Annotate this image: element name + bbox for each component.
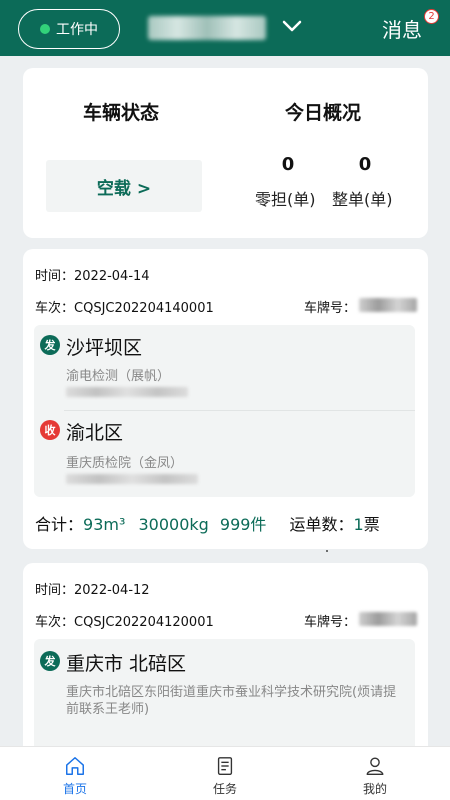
tab-tasks-label: 任务: [212, 782, 237, 796]
work-status-label: 工作中: [56, 22, 98, 38]
less-than-load-label: 零担(单): [255, 190, 316, 209]
status-dot-icon: [40, 24, 50, 34]
origin-place: 沙坪坝区: [66, 337, 143, 359]
destination-place: 渝北区: [66, 422, 124, 444]
messages-button[interactable]: 消息: [382, 14, 422, 43]
tab-home-label: 首页: [62, 782, 87, 796]
tab-profile[interactable]: 我的: [335, 747, 415, 800]
tab-tasks[interactable]: 任务: [185, 747, 265, 800]
destination-contact-redacted: [66, 474, 198, 484]
vehicle-status-button[interactable]: 空载 >: [46, 160, 202, 212]
trip-number: 车次：CQSJC202204140001: [35, 301, 214, 316]
weight-value: 30000kg: [138, 515, 209, 534]
trip-number: 车次：CQSJC202204120001: [35, 615, 214, 630]
bottom-tab-bar: 首页 任务 我的: [0, 746, 450, 800]
today-summary-title: 今日概况: [285, 102, 362, 124]
scroll-dot: [326, 550, 328, 552]
driver-name-redacted: [148, 16, 266, 40]
destination-detail: 重庆质检院（金凤）: [66, 456, 184, 471]
send-tag-icon: 发: [40, 335, 60, 355]
order-summary: 合计：93m³ 30000kg 999件 运单数：1票: [35, 515, 380, 534]
tab-profile-label: 我的: [362, 782, 387, 796]
order-card[interactable]: 时间：2022-04-14 车次：CQSJC202204140001 车牌号： …: [23, 249, 428, 552]
receive-tag-icon: 收: [40, 420, 60, 440]
route-divider: [64, 410, 415, 411]
overview-card: 车辆状态 今日概况 空载 > 0 0 零担(单) 整单(单): [23, 68, 428, 238]
message-count-badge: 2: [424, 9, 439, 24]
origin-place: 重庆市 北碚区: [66, 653, 187, 675]
home-icon: [66, 757, 84, 775]
send-tag-icon: 发: [40, 651, 60, 671]
plate-label: 车牌号：: [304, 301, 357, 316]
waybill-count: 1: [353, 515, 364, 534]
chevron-down-icon[interactable]: [278, 12, 306, 40]
less-than-load-count: 0: [281, 154, 295, 175]
pieces-value: 999件: [219, 515, 267, 534]
top-bar: 工作中 消息 2: [0, 0, 450, 56]
plate-number-redacted: [359, 298, 417, 312]
user-icon: [366, 757, 384, 775]
vehicle-status-title: 车辆状态: [83, 102, 160, 124]
full-load-count: 0: [358, 154, 372, 175]
order-time: 时间：2022-04-14: [35, 269, 150, 284]
full-load-label: 整单(单): [332, 190, 393, 209]
work-status-toggle[interactable]: 工作中: [18, 9, 120, 49]
route-panel: 发 沙坪坝区 渝电检测（展帆） 收 渝北区 重庆质检院（金凤）: [34, 325, 415, 497]
origin-contact-redacted: [66, 387, 188, 397]
plate-number-redacted: [359, 612, 417, 626]
tab-home[interactable]: 首页: [35, 747, 115, 800]
task-document-icon: [217, 757, 233, 775]
order-time: 时间：2022-04-12: [35, 583, 150, 598]
origin-detail: 重庆市北碚区东阳街道重庆市蚕业科学技术研究院(烦请提前联系王老师): [66, 685, 397, 717]
volume-value: 93m³: [83, 515, 126, 534]
origin-detail: 渝电检测（展帆）: [66, 369, 171, 384]
plate-label: 车牌号：: [304, 615, 357, 630]
